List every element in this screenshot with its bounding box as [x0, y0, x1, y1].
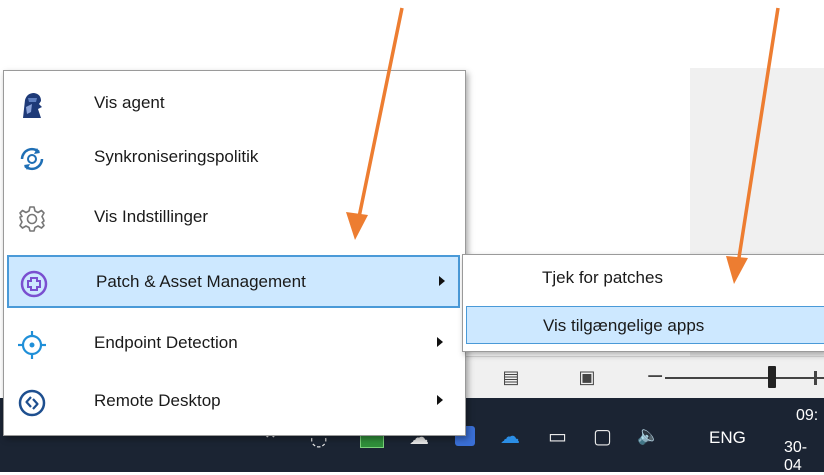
annotation-arrows [346, 7, 780, 284]
annotation-arrow-1 [346, 7, 404, 240]
annotation-arrow-2 [726, 7, 780, 284]
